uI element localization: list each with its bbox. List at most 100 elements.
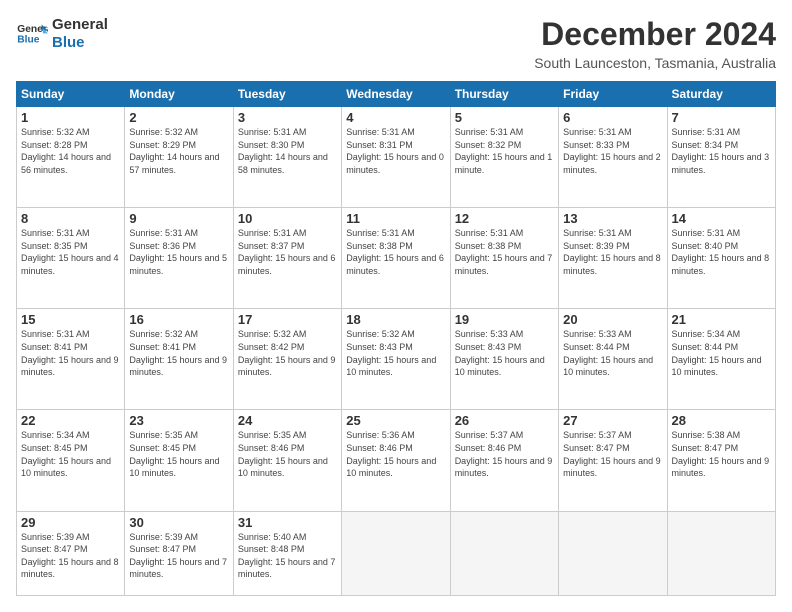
calendar-week-5: 29Sunrise: 5:39 AMSunset: 8:47 PMDayligh… [17, 511, 776, 595]
calendar-week-4: 22Sunrise: 5:34 AMSunset: 8:45 PMDayligh… [17, 410, 776, 511]
calendar-header-row: Sunday Monday Tuesday Wednesday Thursday… [17, 82, 776, 107]
day-number: 17 [238, 312, 337, 327]
logo-blue: Blue [52, 34, 108, 52]
day-info: Sunrise: 5:31 AMSunset: 8:30 PMDaylight:… [238, 126, 337, 176]
day-info: Sunrise: 5:31 AMSunset: 8:36 PMDaylight:… [129, 227, 228, 277]
day-info: Sunrise: 5:32 AMSunset: 8:28 PMDaylight:… [21, 126, 120, 176]
calendar-week-2: 8Sunrise: 5:31 AMSunset: 8:35 PMDaylight… [17, 208, 776, 309]
day-number: 1 [21, 110, 120, 125]
day-info: Sunrise: 5:31 AMSunset: 8:38 PMDaylight:… [346, 227, 445, 277]
day-number: 6 [563, 110, 662, 125]
day-info: Sunrise: 5:32 AMSunset: 8:29 PMDaylight:… [129, 126, 228, 176]
day-info: Sunrise: 5:31 AMSunset: 8:37 PMDaylight:… [238, 227, 337, 277]
calendar-cell: 3Sunrise: 5:31 AMSunset: 8:30 PMDaylight… [233, 107, 341, 208]
day-number: 20 [563, 312, 662, 327]
day-info: Sunrise: 5:31 AMSunset: 8:40 PMDaylight:… [672, 227, 771, 277]
header: General Blue General Blue December 2024 … [16, 16, 776, 71]
calendar-cell: 2Sunrise: 5:32 AMSunset: 8:29 PMDaylight… [125, 107, 233, 208]
calendar-cell: 8Sunrise: 5:31 AMSunset: 8:35 PMDaylight… [17, 208, 125, 309]
calendar-cell: 11Sunrise: 5:31 AMSunset: 8:38 PMDayligh… [342, 208, 450, 309]
header-friday: Friday [559, 82, 667, 107]
calendar: Sunday Monday Tuesday Wednesday Thursday… [16, 81, 776, 596]
day-number: 29 [21, 515, 120, 530]
day-number: 22 [21, 413, 120, 428]
calendar-cell: 18Sunrise: 5:32 AMSunset: 8:43 PMDayligh… [342, 309, 450, 410]
day-info: Sunrise: 5:32 AMSunset: 8:41 PMDaylight:… [129, 328, 228, 378]
day-number: 3 [238, 110, 337, 125]
calendar-cell: 16Sunrise: 5:32 AMSunset: 8:41 PMDayligh… [125, 309, 233, 410]
header-saturday: Saturday [667, 82, 775, 107]
day-info: Sunrise: 5:31 AMSunset: 8:31 PMDaylight:… [346, 126, 445, 176]
day-number: 18 [346, 312, 445, 327]
header-thursday: Thursday [450, 82, 558, 107]
calendar-cell: 7Sunrise: 5:31 AMSunset: 8:34 PMDaylight… [667, 107, 775, 208]
calendar-cell [450, 511, 558, 595]
page-title: December 2024 [534, 16, 776, 53]
day-info: Sunrise: 5:33 AMSunset: 8:44 PMDaylight:… [563, 328, 662, 378]
day-number: 10 [238, 211, 337, 226]
calendar-cell: 23Sunrise: 5:35 AMSunset: 8:45 PMDayligh… [125, 410, 233, 511]
header-monday: Monday [125, 82, 233, 107]
calendar-cell: 31Sunrise: 5:40 AMSunset: 8:48 PMDayligh… [233, 511, 341, 595]
day-number: 16 [129, 312, 228, 327]
header-sunday: Sunday [17, 82, 125, 107]
page-subtitle: South Launceston, Tasmania, Australia [534, 55, 776, 71]
day-number: 14 [672, 211, 771, 226]
day-info: Sunrise: 5:34 AMSunset: 8:45 PMDaylight:… [21, 429, 120, 479]
day-info: Sunrise: 5:31 AMSunset: 8:32 PMDaylight:… [455, 126, 554, 176]
logo: General Blue General Blue [16, 16, 108, 52]
day-number: 19 [455, 312, 554, 327]
day-number: 11 [346, 211, 445, 226]
day-info: Sunrise: 5:31 AMSunset: 8:41 PMDaylight:… [21, 328, 120, 378]
calendar-cell: 29Sunrise: 5:39 AMSunset: 8:47 PMDayligh… [17, 511, 125, 595]
calendar-cell: 15Sunrise: 5:31 AMSunset: 8:41 PMDayligh… [17, 309, 125, 410]
calendar-cell: 6Sunrise: 5:31 AMSunset: 8:33 PMDaylight… [559, 107, 667, 208]
day-info: Sunrise: 5:38 AMSunset: 8:47 PMDaylight:… [672, 429, 771, 479]
day-number: 21 [672, 312, 771, 327]
day-number: 2 [129, 110, 228, 125]
day-number: 9 [129, 211, 228, 226]
day-info: Sunrise: 5:36 AMSunset: 8:46 PMDaylight:… [346, 429, 445, 479]
day-info: Sunrise: 5:33 AMSunset: 8:43 PMDaylight:… [455, 328, 554, 378]
day-info: Sunrise: 5:31 AMSunset: 8:38 PMDaylight:… [455, 227, 554, 277]
header-wednesday: Wednesday [342, 82, 450, 107]
calendar-cell: 17Sunrise: 5:32 AMSunset: 8:42 PMDayligh… [233, 309, 341, 410]
calendar-cell [342, 511, 450, 595]
calendar-cell: 1Sunrise: 5:32 AMSunset: 8:28 PMDaylight… [17, 107, 125, 208]
calendar-week-1: 1Sunrise: 5:32 AMSunset: 8:28 PMDaylight… [17, 107, 776, 208]
day-number: 15 [21, 312, 120, 327]
calendar-cell [667, 511, 775, 595]
day-info: Sunrise: 5:39 AMSunset: 8:47 PMDaylight:… [21, 531, 120, 581]
day-number: 23 [129, 413, 228, 428]
day-number: 31 [238, 515, 337, 530]
day-number: 25 [346, 413, 445, 428]
day-number: 8 [21, 211, 120, 226]
logo-icon: General Blue [16, 18, 48, 50]
calendar-cell: 14Sunrise: 5:31 AMSunset: 8:40 PMDayligh… [667, 208, 775, 309]
calendar-cell: 25Sunrise: 5:36 AMSunset: 8:46 PMDayligh… [342, 410, 450, 511]
calendar-cell: 27Sunrise: 5:37 AMSunset: 8:47 PMDayligh… [559, 410, 667, 511]
day-info: Sunrise: 5:35 AMSunset: 8:46 PMDaylight:… [238, 429, 337, 479]
calendar-cell: 20Sunrise: 5:33 AMSunset: 8:44 PMDayligh… [559, 309, 667, 410]
header-tuesday: Tuesday [233, 82, 341, 107]
day-info: Sunrise: 5:31 AMSunset: 8:33 PMDaylight:… [563, 126, 662, 176]
calendar-cell: 30Sunrise: 5:39 AMSunset: 8:47 PMDayligh… [125, 511, 233, 595]
calendar-week-3: 15Sunrise: 5:31 AMSunset: 8:41 PMDayligh… [17, 309, 776, 410]
calendar-cell: 22Sunrise: 5:34 AMSunset: 8:45 PMDayligh… [17, 410, 125, 511]
day-number: 28 [672, 413, 771, 428]
calendar-cell: 5Sunrise: 5:31 AMSunset: 8:32 PMDaylight… [450, 107, 558, 208]
day-number: 12 [455, 211, 554, 226]
day-info: Sunrise: 5:37 AMSunset: 8:47 PMDaylight:… [563, 429, 662, 479]
calendar-cell [559, 511, 667, 595]
calendar-cell: 10Sunrise: 5:31 AMSunset: 8:37 PMDayligh… [233, 208, 341, 309]
calendar-cell: 21Sunrise: 5:34 AMSunset: 8:44 PMDayligh… [667, 309, 775, 410]
day-info: Sunrise: 5:39 AMSunset: 8:47 PMDaylight:… [129, 531, 228, 581]
day-info: Sunrise: 5:31 AMSunset: 8:39 PMDaylight:… [563, 227, 662, 277]
calendar-cell: 9Sunrise: 5:31 AMSunset: 8:36 PMDaylight… [125, 208, 233, 309]
calendar-cell: 4Sunrise: 5:31 AMSunset: 8:31 PMDaylight… [342, 107, 450, 208]
day-number: 13 [563, 211, 662, 226]
day-number: 26 [455, 413, 554, 428]
day-info: Sunrise: 5:32 AMSunset: 8:43 PMDaylight:… [346, 328, 445, 378]
day-info: Sunrise: 5:32 AMSunset: 8:42 PMDaylight:… [238, 328, 337, 378]
logo-general: General [52, 16, 108, 34]
